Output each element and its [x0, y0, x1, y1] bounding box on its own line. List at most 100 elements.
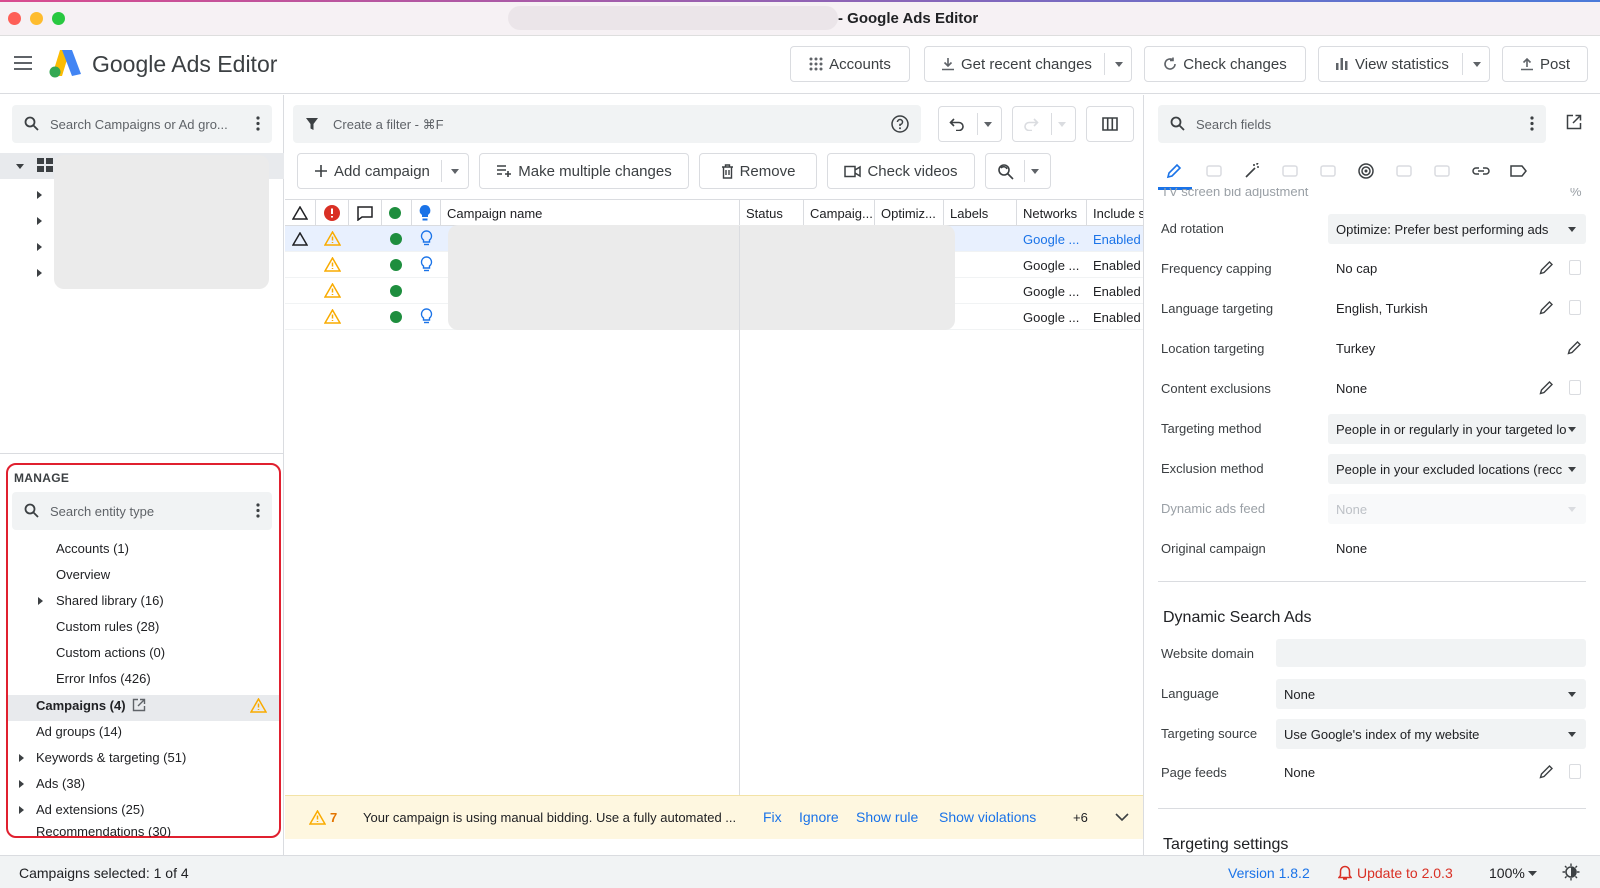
chevron-down-icon[interactable]: [1473, 62, 1481, 67]
filter-input[interactable]: Create a filter - ⌘F: [293, 105, 921, 143]
clipboard-icon[interactable]: [1569, 300, 1581, 315]
expand-icon[interactable]: [19, 780, 24, 788]
entity-keywords-targeting[interactable]: Keywords & targeting (51): [36, 750, 186, 765]
more-vert-icon[interactable]: [1530, 116, 1534, 131]
view-statistics-button[interactable]: View statistics: [1318, 46, 1490, 82]
entity-error-infos[interactable]: Error Infos (426): [56, 671, 151, 686]
lightbulb-column-icon[interactable]: [418, 204, 432, 222]
entity-ad-groups[interactable]: Ad groups (14): [36, 724, 122, 739]
pencil-icon[interactable]: [1539, 300, 1554, 315]
target-icon[interactable]: [1358, 163, 1374, 179]
columns-button[interactable]: [1086, 106, 1134, 142]
version-link[interactable]: Version 1.8.2: [1228, 865, 1310, 881]
col-campaign-type[interactable]: Campaig...: [810, 206, 874, 221]
accounts-button[interactable]: Accounts: [790, 46, 910, 82]
find-replace-button[interactable]: [985, 153, 1051, 189]
lightbulb-icon[interactable]: [420, 308, 433, 325]
fix-link[interactable]: Fix: [763, 809, 782, 825]
menu-icon[interactable]: [14, 56, 32, 70]
close-window-button[interactable]: [8, 12, 21, 25]
undo-button[interactable]: [938, 106, 1002, 142]
tree-search-input[interactable]: Search Campaigns or Ad gro...: [12, 105, 272, 143]
col-include[interactable]: Include s: [1093, 206, 1143, 221]
warning-icon[interactable]: [324, 257, 341, 272]
expand-icon[interactable]: [37, 243, 42, 251]
expand-icon[interactable]: [37, 191, 42, 199]
col-networks[interactable]: Networks: [1023, 206, 1077, 221]
col-labels[interactable]: Labels: [950, 206, 988, 221]
chevron-down-icon[interactable]: [1528, 871, 1537, 877]
maximize-window-button[interactable]: [52, 12, 65, 25]
open-in-new-icon[interactable]: [132, 698, 146, 712]
minimize-window-button[interactable]: [30, 12, 43, 25]
pencil-icon[interactable]: [1539, 764, 1554, 779]
link-icon[interactable]: [1472, 163, 1490, 179]
expand-icon[interactable]: [37, 269, 42, 277]
pencil-icon[interactable]: [1539, 380, 1554, 395]
edit-tab-icon[interactable]: [1166, 163, 1182, 179]
collapse-icon[interactable]: [16, 164, 24, 169]
lightbulb-icon[interactable]: [420, 256, 433, 273]
clipboard-icon[interactable]: [1569, 764, 1581, 779]
make-multiple-changes-button[interactable]: Make multiple changes: [479, 153, 689, 189]
update-link[interactable]: Update to 2.0.3: [1357, 865, 1453, 881]
open-in-new-icon[interactable]: [1566, 114, 1582, 130]
chevron-down-icon[interactable]: [983, 121, 992, 127]
zoom-level[interactable]: 100%: [1489, 865, 1525, 881]
entity-overview[interactable]: Overview: [56, 567, 110, 582]
fields-search-input[interactable]: Search fields: [1158, 105, 1546, 143]
ad-rotation-dropdown[interactable]: Optimize: Prefer best performing ads: [1328, 214, 1586, 244]
entity-custom-actions[interactable]: Custom actions (0): [56, 645, 165, 660]
entity-ads[interactable]: Ads (38): [36, 776, 85, 791]
warning-icon[interactable]: [324, 309, 341, 324]
remove-button[interactable]: Remove: [699, 153, 817, 189]
more-vert-icon[interactable]: [256, 116, 260, 131]
add-campaign-button[interactable]: Add campaign: [297, 153, 469, 189]
expand-icon[interactable]: [19, 754, 24, 762]
help-icon[interactable]: [891, 115, 909, 133]
expand-icon[interactable]: [37, 217, 42, 225]
post-button[interactable]: Post: [1502, 46, 1588, 82]
chevron-down-icon[interactable]: [1115, 62, 1123, 67]
more-vert-icon[interactable]: [256, 503, 260, 518]
warning-icon[interactable]: [324, 283, 341, 298]
clipboard-icon[interactable]: [1569, 260, 1581, 275]
check-changes-button[interactable]: Check changes: [1144, 46, 1306, 82]
entity-accounts[interactable]: Accounts (1): [56, 541, 129, 556]
entity-recommendations[interactable]: Recommendations (30): [36, 827, 171, 837]
entity-custom-rules[interactable]: Custom rules (28): [56, 619, 159, 634]
col-campaign-name[interactable]: Campaign name: [447, 206, 542, 221]
magic-wand-icon[interactable]: [1244, 163, 1260, 179]
pencil-icon[interactable]: [1567, 340, 1582, 355]
chevron-down-icon[interactable]: [1057, 121, 1066, 127]
entity-search-input[interactable]: Search entity type: [12, 492, 272, 530]
get-recent-changes-button[interactable]: Get recent changes: [924, 46, 1132, 82]
error-column-icon[interactable]: [324, 205, 340, 221]
expand-icon[interactable]: [19, 806, 24, 814]
chevron-down-icon[interactable]: [1115, 813, 1129, 822]
status-column-icon[interactable]: [389, 207, 401, 219]
brightness-icon[interactable]: [1562, 863, 1580, 881]
lightbulb-icon[interactable]: [420, 230, 433, 247]
pencil-icon[interactable]: [1539, 260, 1554, 275]
label-icon[interactable]: [1510, 163, 1528, 179]
ignore-link[interactable]: Ignore: [799, 809, 839, 825]
expand-icon[interactable]: [38, 597, 43, 605]
language-dropdown[interactable]: None: [1276, 679, 1586, 709]
warning-icon[interactable]: [324, 231, 341, 246]
check-videos-button[interactable]: Check videos: [827, 153, 975, 189]
comment-column-icon[interactable]: [357, 206, 373, 221]
entity-shared-library[interactable]: Shared library (16): [56, 593, 164, 608]
show-rule-link[interactable]: Show rule: [856, 809, 918, 825]
chevron-down-icon[interactable]: [1031, 168, 1039, 174]
warning-column-icon[interactable]: [292, 206, 308, 220]
show-violations-link[interactable]: Show violations: [939, 809, 1036, 825]
entity-campaigns[interactable]: Campaigns (4): [36, 698, 126, 713]
redo-button[interactable]: [1012, 106, 1076, 142]
website-domain-input[interactable]: [1276, 639, 1586, 667]
targeting-method-dropdown[interactable]: People in or regularly in your targeted …: [1328, 414, 1586, 444]
targeting-source-dropdown[interactable]: Use Google's index of my website: [1276, 719, 1586, 749]
col-status[interactable]: Status: [746, 206, 783, 221]
exclusion-method-dropdown[interactable]: People in your excluded locations (recc: [1328, 454, 1586, 484]
clipboard-icon[interactable]: [1569, 380, 1581, 395]
